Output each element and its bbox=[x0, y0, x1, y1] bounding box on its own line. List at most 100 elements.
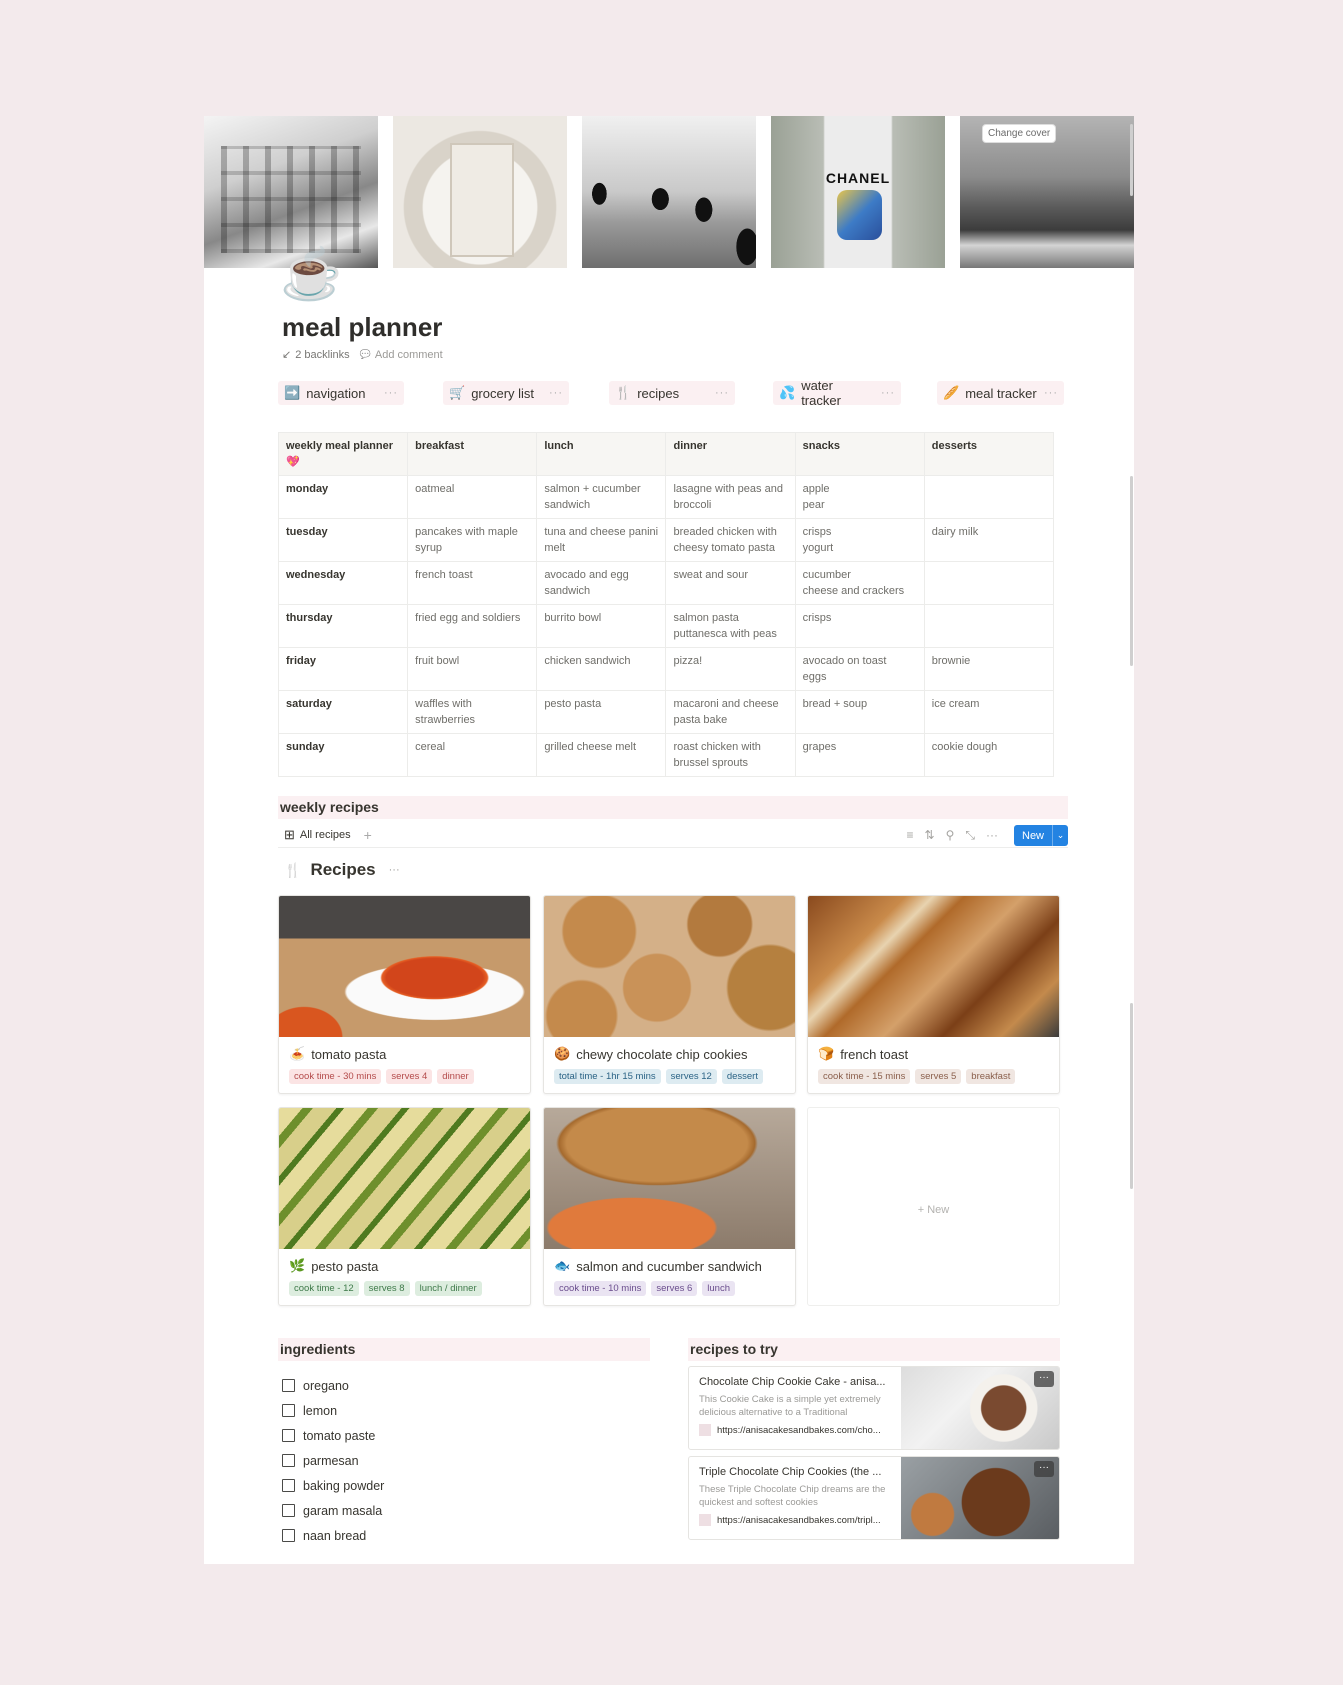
meal-cell[interactable]: fruit bowl bbox=[407, 647, 538, 691]
column-header[interactable]: snacks bbox=[794, 432, 925, 476]
meal-cell[interactable]: tuna and cheese panini melt bbox=[536, 518, 667, 562]
meal-cell[interactable]: pizza! bbox=[665, 647, 796, 691]
meal-cell[interactable]: brownie bbox=[923, 647, 1055, 691]
more-icon[interactable]: ··· bbox=[715, 387, 729, 399]
new-card-button[interactable]: + New bbox=[807, 1107, 1060, 1306]
more-icon[interactable]: ··· bbox=[986, 828, 998, 843]
meal-cell[interactable]: chicken sandwich bbox=[536, 647, 667, 691]
column-header[interactable]: dinner bbox=[665, 432, 796, 476]
meal-cell[interactable]: pancakes with maple syrup bbox=[407, 518, 538, 562]
new-record-button[interactable]: New ⌄ bbox=[1014, 825, 1068, 846]
more-icon[interactable]: ··· bbox=[384, 387, 398, 399]
nav-button-navigation[interactable]: ➡️ navigation ··· bbox=[278, 381, 404, 405]
todo-label[interactable]: oregano bbox=[303, 1379, 349, 1393]
meal-cell[interactable] bbox=[923, 561, 1055, 605]
day-cell[interactable]: monday bbox=[277, 475, 409, 519]
meal-cell[interactable]: apple pear bbox=[794, 475, 925, 519]
meal-cell[interactable]: breaded chicken with cheesy tomato pasta bbox=[665, 518, 796, 562]
recipe-card[interactable]: 🍞 french toast cook time - 15 mins serve… bbox=[807, 895, 1060, 1094]
nav-button-meal-tracker[interactable]: 🥖 meal tracker ··· bbox=[937, 381, 1064, 405]
scrollbar-track-segment[interactable] bbox=[1130, 476, 1133, 666]
meal-cell[interactable]: bread + soup bbox=[794, 690, 925, 734]
day-cell[interactable]: wednesday bbox=[277, 561, 409, 605]
expand-icon[interactable]: ⤡ bbox=[965, 828, 975, 843]
meal-cell[interactable]: burrito bowl bbox=[536, 604, 667, 648]
meal-cell[interactable]: fried egg and soldiers bbox=[407, 604, 538, 648]
meal-cell[interactable]: waffles with strawberries bbox=[407, 690, 538, 734]
bookmark-card[interactable]: Chocolate Chip Cookie Cake - anisa... Th… bbox=[688, 1366, 1060, 1450]
recipe-card[interactable]: 🐟 salmon and cucumber sandwich cook time… bbox=[543, 1107, 796, 1306]
more-icon[interactable]: ··· bbox=[1034, 1371, 1054, 1387]
todo-label[interactable]: naan bread bbox=[303, 1529, 366, 1543]
meal-cell[interactable]: oatmeal bbox=[407, 475, 538, 519]
filter-icon[interactable]: ≡ bbox=[907, 828, 914, 843]
add-view-icon[interactable]: + bbox=[364, 827, 372, 843]
todo-label[interactable]: garam masala bbox=[303, 1504, 382, 1518]
more-icon[interactable]: ··· bbox=[1034, 1461, 1054, 1477]
checkbox[interactable] bbox=[282, 1379, 295, 1392]
meal-cell[interactable]: crisps yogurt bbox=[794, 518, 925, 562]
meal-cell[interactable]: roast chicken with brussel sprouts bbox=[665, 733, 796, 777]
nav-button-water-tracker[interactable]: 💦 water tracker ··· bbox=[773, 378, 901, 408]
day-cell[interactable]: tuesday bbox=[277, 518, 409, 562]
checkbox[interactable] bbox=[282, 1529, 295, 1542]
meal-cell[interactable]: pesto pasta bbox=[536, 690, 667, 734]
meal-cell[interactable]: sweat and sour bbox=[665, 561, 796, 605]
more-icon[interactable]: ··· bbox=[389, 864, 400, 876]
day-cell[interactable]: sunday bbox=[277, 733, 409, 777]
meal-cell[interactable]: avocado on toast eggs bbox=[794, 647, 925, 691]
todo-label[interactable]: parmesan bbox=[303, 1454, 359, 1468]
meal-cell[interactable]: cereal bbox=[407, 733, 538, 777]
todo-label[interactable]: lemon bbox=[303, 1404, 337, 1418]
meal-cell[interactable]: salmon pasta puttanesca with peas bbox=[665, 604, 796, 648]
bookmark-card[interactable]: Triple Chocolate Chip Cookies (the ... T… bbox=[688, 1456, 1060, 1540]
search-icon[interactable]: ⚲ bbox=[946, 828, 955, 843]
column-header[interactable]: weekly meal planner 💖 bbox=[277, 432, 409, 476]
day-cell[interactable]: thursday bbox=[277, 604, 409, 648]
meal-cell[interactable]: avocado and egg sandwich bbox=[536, 561, 667, 605]
checkbox[interactable] bbox=[282, 1454, 295, 1467]
day-cell[interactable]: friday bbox=[277, 647, 409, 691]
scrollbar-thumb[interactable] bbox=[1130, 124, 1133, 196]
cover-image[interactable]: CHANEL Change cover bbox=[204, 116, 1134, 268]
recipe-card[interactable]: 🍪 chewy chocolate chip cookies total tim… bbox=[543, 895, 796, 1094]
meal-cell[interactable]: crisps bbox=[794, 604, 925, 648]
meal-cell[interactable]: french toast bbox=[407, 561, 538, 605]
todo-label[interactable]: baking powder bbox=[303, 1479, 384, 1493]
meal-cell[interactable]: lasagne with peas and broccoli bbox=[665, 475, 796, 519]
meal-cell[interactable]: ice cream bbox=[923, 690, 1055, 734]
more-icon[interactable]: ··· bbox=[1044, 387, 1058, 399]
meal-cell[interactable] bbox=[923, 604, 1055, 648]
backlinks-link[interactable]: ↙ 2 backlinks bbox=[282, 348, 350, 362]
nav-button-grocery-list[interactable]: 🛒 grocery list ··· bbox=[443, 381, 569, 405]
add-comment-button[interactable]: 💬 Add comment bbox=[360, 349, 443, 361]
checkbox[interactable] bbox=[282, 1479, 295, 1492]
meal-cell[interactable]: macaroni and cheese pasta bake bbox=[665, 690, 796, 734]
meal-cell[interactable]: salmon + cucumber sandwich bbox=[536, 475, 667, 519]
todo-label[interactable]: tomato paste bbox=[303, 1429, 375, 1443]
change-cover-button[interactable]: Change cover bbox=[982, 124, 1057, 143]
view-tab-all-recipes[interactable]: ⊞ All recipes + bbox=[284, 827, 372, 843]
recipe-card[interactable]: 🍝 tomato pasta cook time - 30 mins serve… bbox=[278, 895, 531, 1094]
meal-cell[interactable]: grapes bbox=[794, 733, 925, 777]
meal-cell[interactable] bbox=[923, 475, 1055, 519]
more-icon[interactable]: ··· bbox=[549, 387, 563, 399]
checkbox[interactable] bbox=[282, 1429, 295, 1442]
nav-button-recipes[interactable]: 🍴 recipes ··· bbox=[609, 381, 735, 405]
meal-cell[interactable]: dairy milk bbox=[923, 518, 1055, 562]
meal-cell[interactable]: cucumber cheese and crackers bbox=[794, 561, 925, 605]
recipe-card[interactable]: 🌿 pesto pasta cook time - 12 serves 8 lu… bbox=[278, 1107, 531, 1306]
checkbox[interactable] bbox=[282, 1504, 295, 1517]
database-title[interactable]: 🍴 Recipes ··· bbox=[284, 860, 400, 880]
page-title[interactable]: meal planner bbox=[282, 312, 442, 343]
column-header[interactable]: desserts bbox=[923, 432, 1055, 476]
column-header[interactable]: breakfast bbox=[407, 432, 538, 476]
chevron-down-icon[interactable]: ⌄ bbox=[1052, 825, 1068, 846]
meal-cell[interactable]: cookie dough bbox=[923, 733, 1055, 777]
meal-cell[interactable]: grilled cheese melt bbox=[536, 733, 667, 777]
page-icon-coffee[interactable]: ☕ bbox=[280, 246, 342, 302]
column-header[interactable]: lunch bbox=[536, 432, 667, 476]
more-icon[interactable]: ··· bbox=[881, 387, 895, 399]
day-cell[interactable]: saturday bbox=[277, 690, 409, 734]
sort-icon[interactable]: ⇅ bbox=[925, 828, 935, 843]
